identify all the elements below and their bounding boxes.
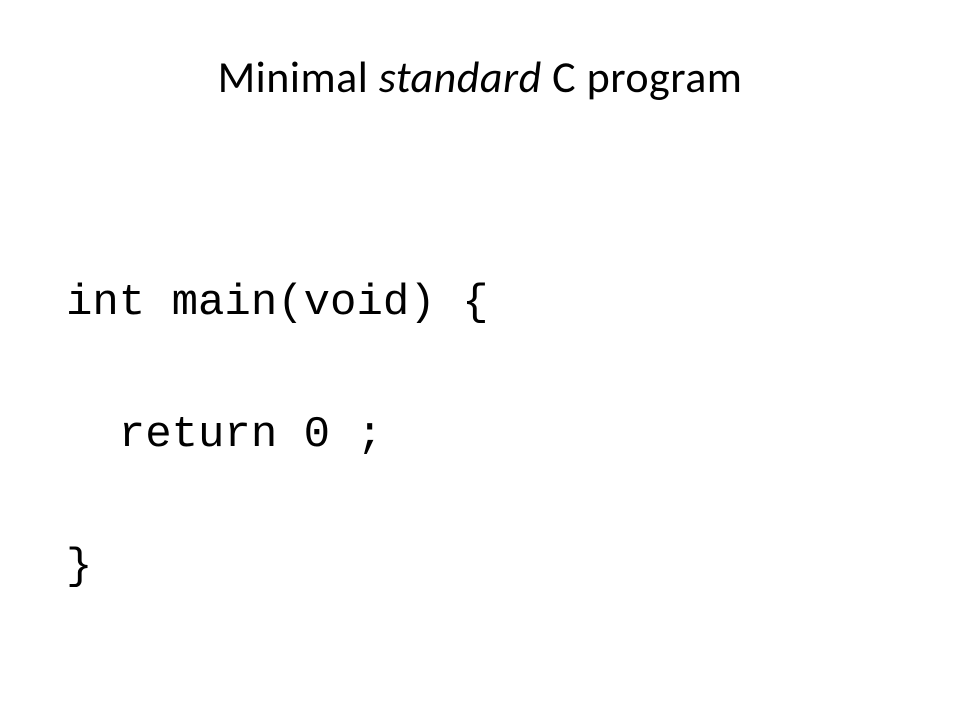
- slide-title: Minimal standard C program: [60, 50, 900, 104]
- code-line-1: int main(void) {: [66, 270, 900, 336]
- title-suffix: C program: [542, 50, 743, 104]
- title-italic: standard: [379, 50, 542, 104]
- code-line-3: }: [66, 534, 900, 600]
- title-prefix: Minimal: [218, 50, 379, 104]
- code-block: int main(void) { return 0 ; }: [60, 204, 900, 666]
- code-line-2: return 0 ;: [66, 402, 900, 468]
